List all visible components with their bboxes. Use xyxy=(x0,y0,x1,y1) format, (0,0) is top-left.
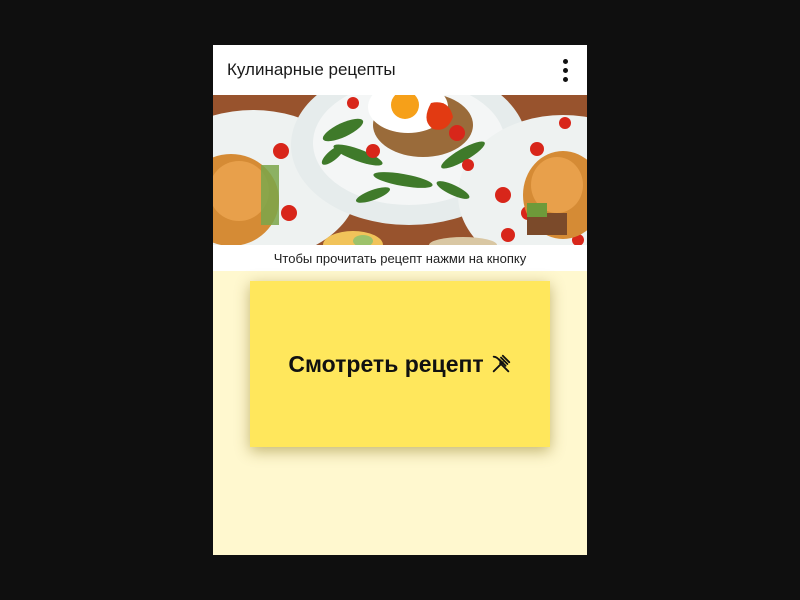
instruction-text: Чтобы прочитать рецепт нажми на кнопку xyxy=(213,245,587,271)
food-photo xyxy=(213,95,587,245)
app-screen: Кулинарные рецепты Чтобы прочитать рецеп… xyxy=(213,45,587,555)
more-vert-icon[interactable] xyxy=(553,55,577,85)
app-bar: Кулинарные рецепты xyxy=(213,45,587,95)
utensils-icon xyxy=(490,353,512,375)
view-recipe-label: Смотреть рецепт xyxy=(288,350,484,377)
app-title: Кулинарные рецепты xyxy=(227,60,396,79)
menu-dot xyxy=(562,67,568,73)
menu-dot xyxy=(562,76,568,82)
menu-dot xyxy=(562,58,568,64)
view-recipe-button[interactable]: Смотреть рецепт xyxy=(250,281,550,447)
